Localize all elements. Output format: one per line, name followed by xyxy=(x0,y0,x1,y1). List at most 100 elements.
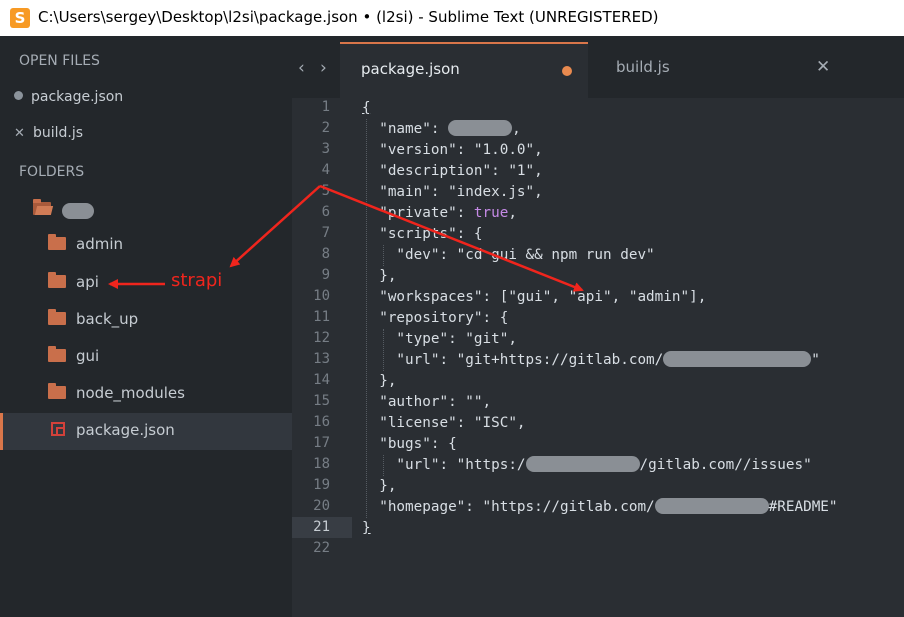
code-line: "description": "1", xyxy=(362,163,543,179)
redacted-text xyxy=(448,120,513,136)
folder-icon xyxy=(48,346,66,362)
code-line: }, xyxy=(362,478,397,494)
code-line: "bugs": { xyxy=(362,436,457,452)
tab-package-json[interactable]: package.json xyxy=(340,42,588,98)
keyword-token: true xyxy=(473,205,509,221)
code-line: "dev": "cd gui && npm run dev" xyxy=(362,247,655,263)
code-line: "main": "index.js", xyxy=(362,184,543,200)
open-file-build-js[interactable]: ✕ build.js xyxy=(14,125,83,141)
open-file-label: package.json xyxy=(31,89,124,105)
code-text: /gitlab.com//issues" xyxy=(639,457,812,473)
line-number: 14 xyxy=(313,372,330,388)
tab-label: build.js xyxy=(616,58,670,76)
folder-icon xyxy=(48,309,66,325)
line-number: 4 xyxy=(321,162,330,178)
line-number: 8 xyxy=(321,246,330,262)
code-line: "scripts": { xyxy=(362,226,483,242)
line-number: 18 xyxy=(313,456,330,472)
code-line: "private": true, xyxy=(362,203,517,224)
line-number: 16 xyxy=(313,414,330,430)
tab-bar: ‹ › package.json build.js ✕ xyxy=(292,36,904,98)
line-number: 12 xyxy=(313,330,330,346)
sidebar: OPEN FILES package.json ✕ build.js FOLDER… xyxy=(0,36,292,617)
open-file-package-json[interactable]: package.json xyxy=(14,89,123,105)
line-number: 3 xyxy=(321,141,330,157)
folder-gui[interactable]: gui xyxy=(0,339,292,375)
chevron-right-icon[interactable]: › xyxy=(320,58,327,78)
code-line: "name": , xyxy=(362,119,521,140)
open-files-heading: OPEN FILES xyxy=(19,53,100,69)
json-file-icon xyxy=(51,422,65,436)
strapi-annotation-label: strapi xyxy=(171,270,223,291)
folder-api[interactable]: api xyxy=(0,265,292,301)
code-text: " xyxy=(811,352,820,368)
file-label: package.json xyxy=(76,421,175,439)
line-number: 9 xyxy=(321,267,330,283)
folder-label: back_up xyxy=(76,310,139,328)
line-number: 5 xyxy=(321,183,330,199)
folder-node-modules[interactable]: node_modules xyxy=(0,376,292,412)
code-line: { xyxy=(362,100,371,116)
project-root-folder[interactable] xyxy=(0,192,292,228)
line-number: 21 xyxy=(313,519,330,535)
code-line: "workspaces": ["gui", "api", "admin"], xyxy=(362,289,707,305)
line-number: 1 xyxy=(321,99,330,115)
code-text: "url": "https:/ xyxy=(362,457,526,473)
folder-icon xyxy=(48,234,66,250)
line-number: 19 xyxy=(313,477,330,493)
redacted-text xyxy=(663,351,812,367)
file-package-json[interactable]: package.json xyxy=(0,413,292,450)
code-text: "private": xyxy=(362,205,474,221)
folder-label: node_modules xyxy=(76,384,185,402)
redacted-text xyxy=(525,456,640,472)
folder-icon xyxy=(48,272,66,288)
code-text: "homepage": "https://gitlab.com/ xyxy=(362,499,655,515)
code-text: , xyxy=(508,205,517,221)
tab-build-js[interactable]: build.js ✕ xyxy=(588,42,848,98)
folder-label: api xyxy=(76,273,99,291)
line-number: 17 xyxy=(313,435,330,451)
line-number: 6 xyxy=(321,204,330,220)
code-line: }, xyxy=(362,373,397,389)
code-line: }, xyxy=(362,268,397,284)
window-title: C:\Users\sergey\Desktop\l2si\package.jso… xyxy=(38,8,659,26)
redacted-folder-name xyxy=(62,203,94,219)
folder-admin[interactable]: admin xyxy=(0,227,292,263)
title-bar: S C:\Users\sergey\Desktop\l2si\package.j… xyxy=(0,0,904,36)
sublime-text-icon: S xyxy=(10,8,30,28)
line-number: 15 xyxy=(313,393,330,409)
code-line: } xyxy=(362,520,371,536)
chevron-left-icon[interactable]: ‹ xyxy=(298,58,305,78)
line-number: 7 xyxy=(321,225,330,241)
folder-label: gui xyxy=(76,347,100,365)
code-text: #README" xyxy=(768,499,838,515)
code-text: "url": "git+https://gitlab.com/ xyxy=(362,352,664,368)
line-number: 20 xyxy=(313,498,330,514)
line-number: 10 xyxy=(313,288,330,304)
tab-label: package.json xyxy=(361,60,460,78)
line-number: 11 xyxy=(313,309,330,325)
folder-label: admin xyxy=(76,235,123,253)
folder-open-icon xyxy=(33,199,51,215)
line-number: 2 xyxy=(321,120,330,136)
code-text: , xyxy=(512,121,521,137)
folders-heading: FOLDERS xyxy=(19,164,85,180)
modified-dot-icon xyxy=(14,91,23,100)
code-line: "type": "git", xyxy=(362,331,517,347)
line-number: 13 xyxy=(313,351,330,367)
code-line: "license": "ISC", xyxy=(362,415,526,431)
close-icon[interactable]: ✕ xyxy=(816,57,830,77)
code-line: "author": "", xyxy=(362,394,492,410)
code-editor[interactable]: 1 2 3 4 5 6 7 8 9 10 11 12 13 14 15 16 17 18 19 20 21 22 { "n… xyxy=(292,98,904,617)
line-number-gutter: 1 2 3 4 5 6 7 8 9 10 11 12 13 14 15 16 17 18 19 20 21 22 xyxy=(292,98,352,617)
unsaved-dot-icon[interactable] xyxy=(562,66,572,76)
code-line: "homepage": "https://gitlab.com/ #README" xyxy=(362,497,838,518)
code-line: "url": "git+https://gitlab.com/ " xyxy=(362,350,820,371)
folder-back-up[interactable]: back_up xyxy=(0,302,292,338)
code-line: "url": "https:/ /gitlab.com//issues" xyxy=(362,455,812,476)
close-icon[interactable]: ✕ xyxy=(14,126,26,141)
code-text: "name": xyxy=(362,121,449,137)
code-line: "version": "1.0.0", xyxy=(362,142,543,158)
redacted-text xyxy=(654,498,769,514)
line-number: 22 xyxy=(313,540,330,556)
